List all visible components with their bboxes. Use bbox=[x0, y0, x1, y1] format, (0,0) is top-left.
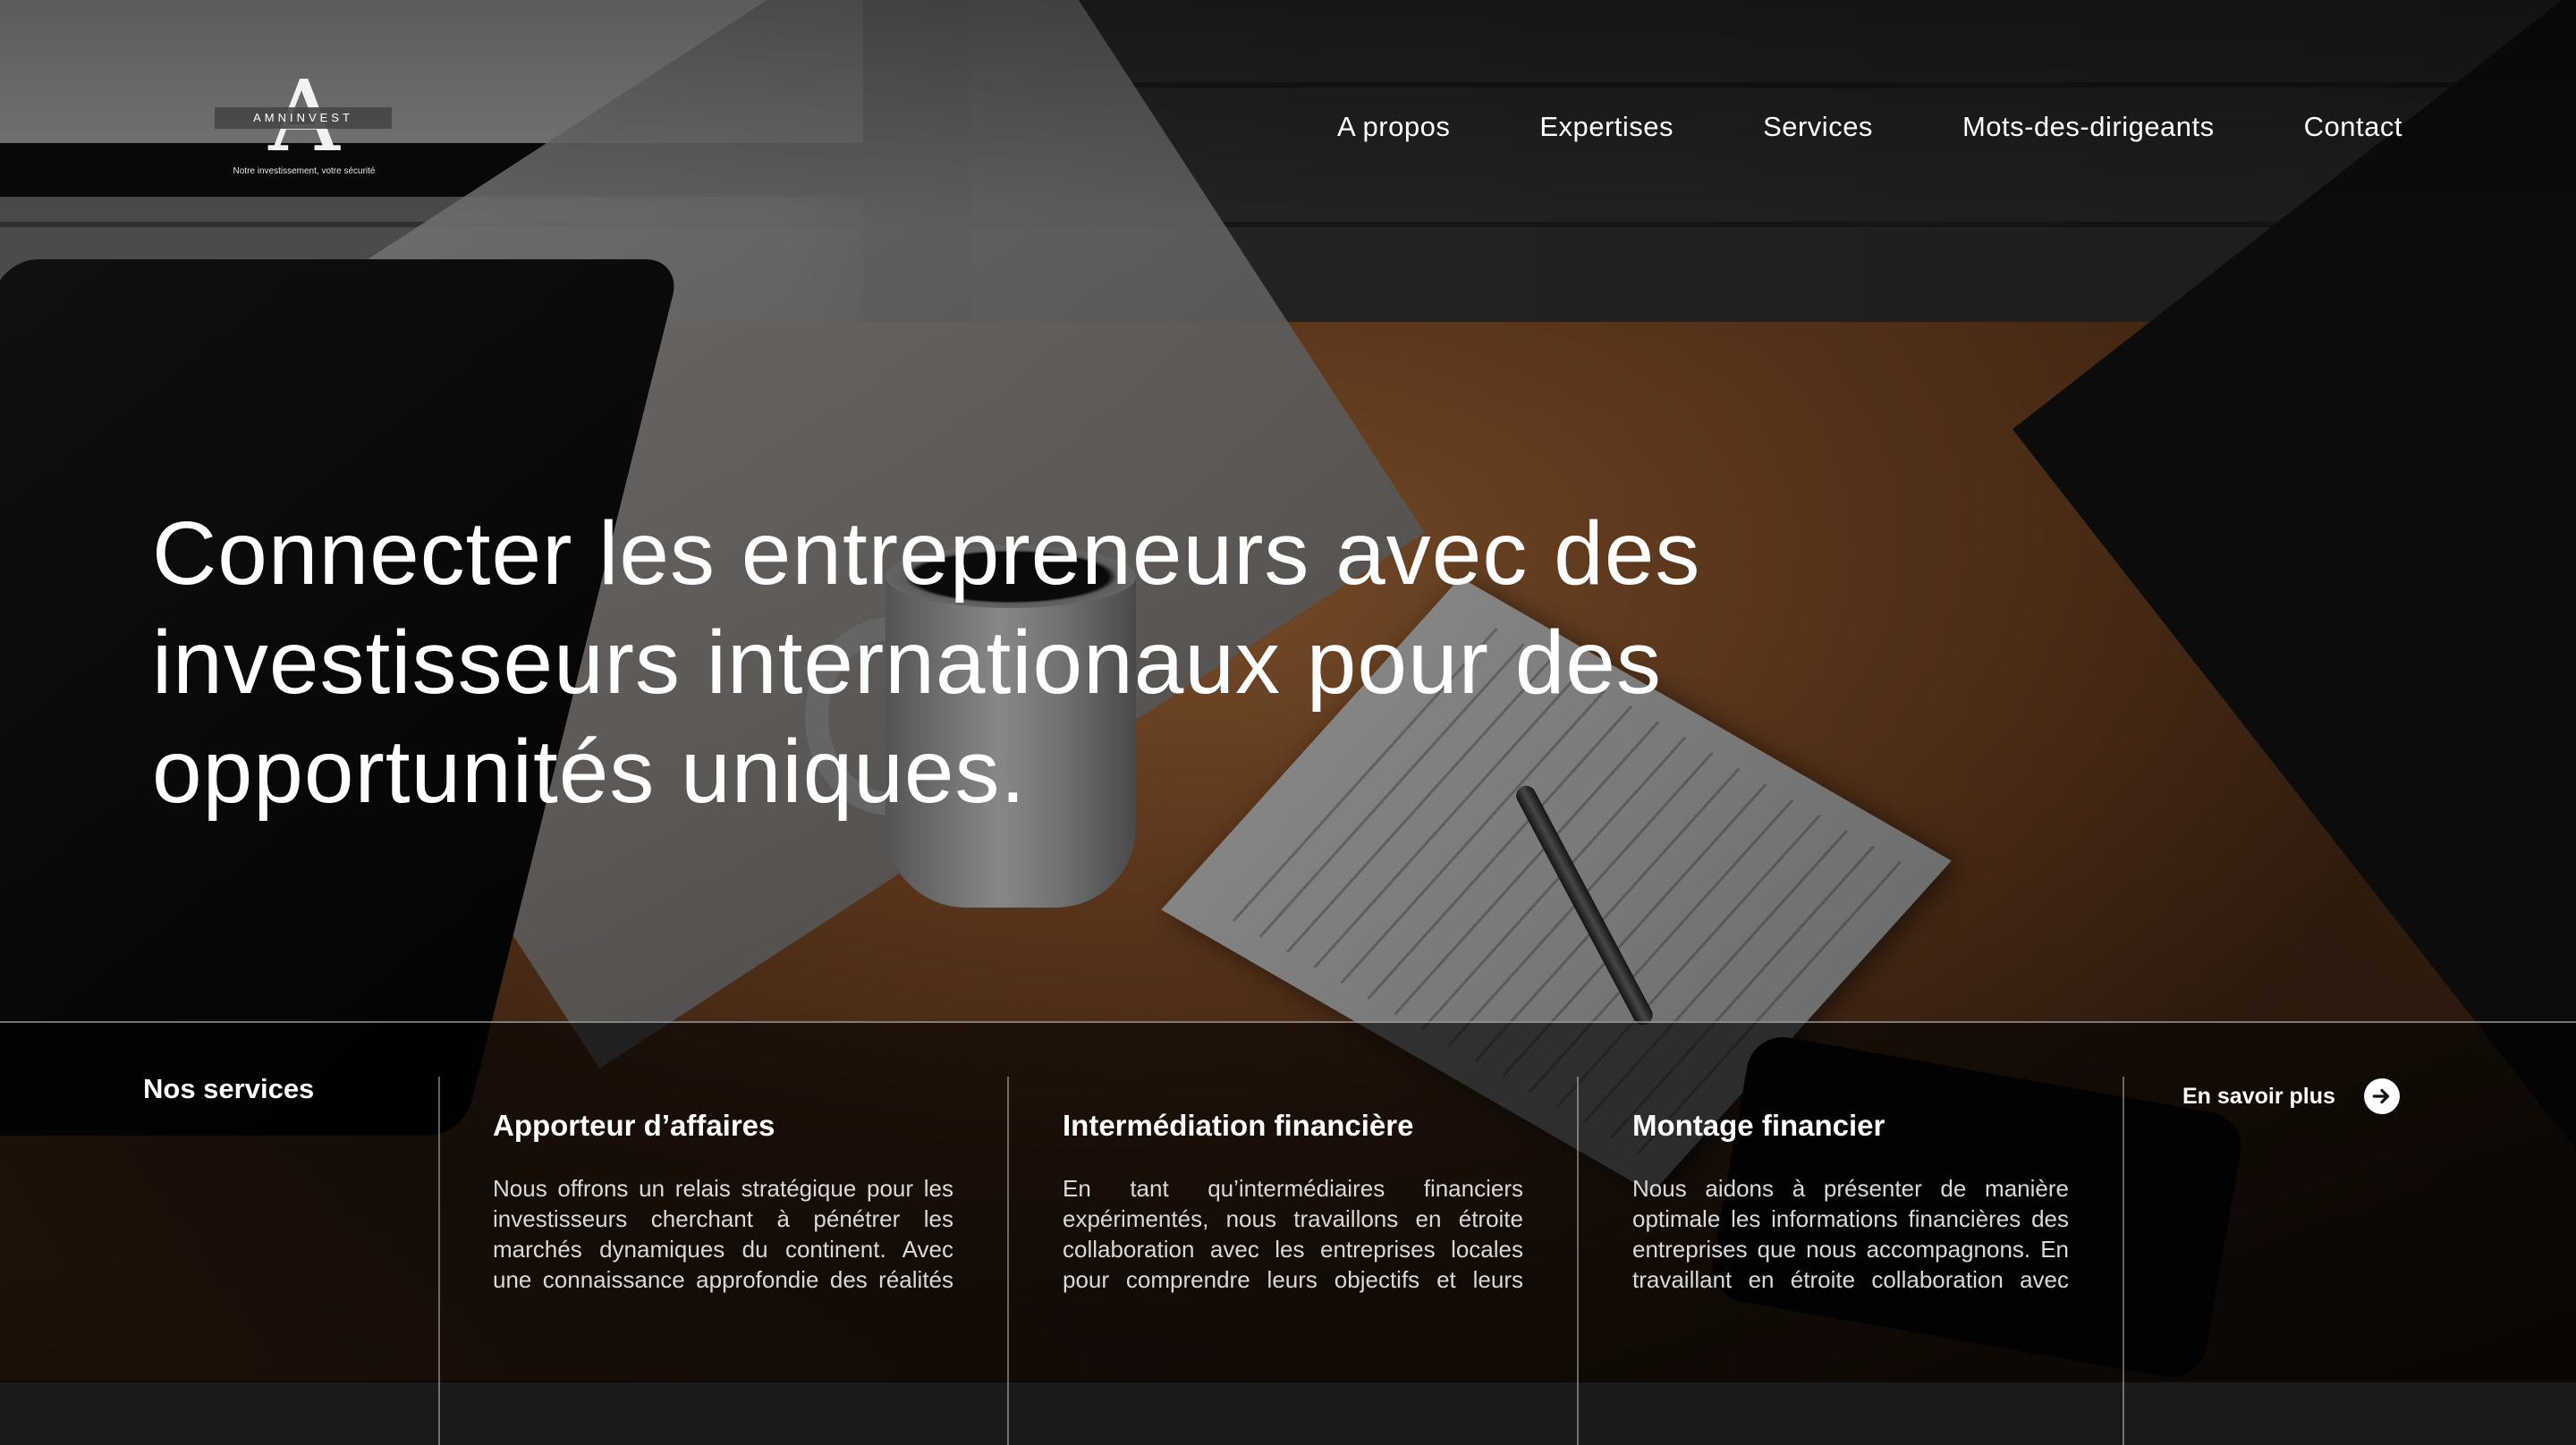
nav-link-contact[interactable]: Contact bbox=[2304, 111, 2402, 143]
arrow-right-circle-icon[interactable] bbox=[2363, 1078, 2400, 1114]
column-divider bbox=[1007, 1077, 1009, 1445]
service-card-montage: Montage financier Nous aidons à présente… bbox=[1632, 1109, 2069, 1295]
en-savoir-plus-label: En savoir plus bbox=[2182, 1083, 2335, 1109]
nav-link-services[interactable]: Services bbox=[1763, 111, 1873, 143]
services-section: Nos services Apporteur d’affaires Nous o… bbox=[0, 1021, 2576, 1445]
column-divider bbox=[1577, 1077, 1579, 1445]
logo-name: AMNINVEST bbox=[215, 107, 392, 129]
service-card-title: Montage financier bbox=[1632, 1109, 1885, 1142]
arrow-right-glyph bbox=[2372, 1088, 2390, 1104]
service-card-title: Intermédiation financière bbox=[1063, 1109, 1414, 1142]
services-heading: Nos services bbox=[143, 1073, 315, 1104]
logo-tagline: Notre investissement, votre sécurité bbox=[233, 166, 376, 176]
column-divider bbox=[2123, 1077, 2124, 1445]
brand-logo[interactable]: A AMNINVEST Notre investissement, votre … bbox=[215, 63, 394, 182]
service-card-text: Nous offrons un relais stratégique pour … bbox=[493, 1175, 953, 1293]
hero-title: Connecter les entrepreneurs avec des inv… bbox=[152, 503, 1701, 822]
column-divider bbox=[438, 1077, 440, 1445]
service-card-title: Apporteur d’affaires bbox=[493, 1109, 775, 1142]
nav-link-mots-des-dirigeants[interactable]: Mots-des-dirigeants bbox=[1962, 111, 2215, 143]
main-nav: A propos Expertises Services Mots-des-di… bbox=[1337, 106, 2402, 148]
en-savoir-plus-link[interactable]: En savoir plus bbox=[2182, 1078, 2400, 1114]
nav-link-a-propos[interactable]: A propos bbox=[1337, 111, 1450, 143]
nav-link-expertises[interactable]: Expertises bbox=[1539, 111, 1674, 143]
service-card-text: Nous aidons à présenter de manière optim… bbox=[1632, 1175, 2069, 1293]
service-card-apporteur: Apporteur d’affaires Nous offrons un rel… bbox=[493, 1109, 953, 1295]
service-card-intermediation: Intermédiation financière En tant qu’int… bbox=[1063, 1109, 1523, 1295]
service-card-text: En tant qu’intermédiaires financiers exp… bbox=[1063, 1175, 1523, 1293]
